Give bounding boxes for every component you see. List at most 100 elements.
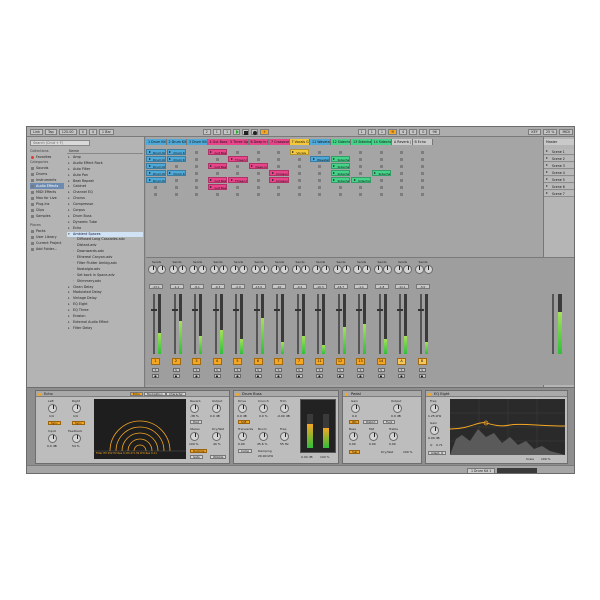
- fader-handle[interactable]: [315, 309, 321, 311]
- send-a-knob[interactable]: [353, 265, 362, 274]
- place-add-folder[interactable]: Add Folder...: [30, 246, 64, 252]
- drum-buss-trim-knob[interactable]: [280, 404, 289, 413]
- track-activator[interactable]: 7: [294, 358, 304, 365]
- loop-length-bar[interactable]: 4: [398, 128, 408, 135]
- clip-slot-stop-icon[interactable]: [215, 171, 219, 175]
- clip-slot-stop-icon[interactable]: [420, 192, 424, 196]
- arm-button[interactable]: ●: [295, 374, 303, 378]
- volume-readout[interactable]: -1.1: [169, 284, 184, 289]
- clip-slot-stop-icon[interactable]: [379, 150, 383, 154]
- track-header[interactable]: 14 Sidechain: [371, 139, 392, 145]
- clip-slot-stop-icon[interactable]: [277, 192, 280, 196]
- echo-output-knob[interactable]: [212, 404, 221, 413]
- echo-gate-button[interactable]: Gate: [190, 455, 203, 459]
- clip[interactable]: Crossover B: [269, 170, 289, 176]
- send-b-knob[interactable]: [177, 265, 187, 274]
- clip-slot-stop-icon[interactable]: [420, 171, 424, 175]
- track-header[interactable]: B Echo: [412, 139, 433, 145]
- send-a-knob[interactable]: [291, 265, 301, 274]
- clip-slot-stop-icon[interactable]: [154, 185, 157, 189]
- scene-launch[interactable]: Scene 5: [544, 177, 574, 183]
- send-a-knob[interactable]: [394, 265, 403, 274]
- send-b-knob[interactable]: [218, 265, 228, 274]
- send-a-knob[interactable]: [189, 265, 198, 274]
- clip-slot-stop-icon[interactable]: [174, 164, 178, 168]
- volume-readout[interactable]: -0.3: [210, 284, 225, 289]
- clip-slot-stop-icon[interactable]: [379, 164, 383, 168]
- pedal-treble-knob[interactable]: [389, 432, 398, 441]
- volume-fader[interactable]: [419, 294, 422, 354]
- clip-slot-stop-icon[interactable]: [256, 192, 260, 196]
- track-activator[interactable]: 6: [253, 358, 263, 365]
- clip-slot-stop-icon[interactable]: [359, 150, 362, 154]
- track-header[interactable]: 4 Gut Bass Rack: [207, 139, 228, 145]
- clip-slot-stop-icon[interactable]: [256, 178, 260, 182]
- fader-handle[interactable]: [253, 309, 260, 311]
- clip-slot-stop-icon[interactable]: [379, 192, 383, 196]
- volume-fader[interactable]: [378, 294, 381, 354]
- pedal-mid-knob[interactable]: [369, 432, 378, 441]
- clip-slot-stop-icon[interactable]: [318, 164, 321, 168]
- clip-slot-stop-icon[interactable]: [318, 171, 321, 175]
- send-b-knob[interactable]: [403, 265, 412, 274]
- track-header[interactable]: 11 Wavetable: [310, 139, 331, 145]
- clip-slot-stop-icon[interactable]: [297, 192, 301, 196]
- tap-button[interactable]: Tap: [44, 128, 57, 135]
- volume-fader[interactable]: [317, 294, 319, 354]
- echo-tab-modulation[interactable]: Modulation: [144, 392, 166, 396]
- fader-handle[interactable]: [212, 309, 219, 311]
- clip-slot-stop-icon[interactable]: [195, 157, 198, 161]
- volume-readout[interactable]: -10.3: [313, 284, 327, 289]
- solo-button[interactable]: S: [213, 368, 221, 372]
- volume-fader[interactable]: [255, 294, 258, 354]
- clip-slot-stop-icon[interactable]: [236, 185, 239, 189]
- fader-handle[interactable]: [294, 309, 301, 311]
- echo-stereo-knob[interactable]: [190, 432, 199, 441]
- category-samples[interactable]: Samples: [30, 213, 64, 219]
- clip[interactable]: Sidechain: [351, 177, 371, 183]
- track-activator[interactable]: 3: [192, 358, 201, 365]
- clip[interactable]: Sidechain Pad: [330, 177, 350, 183]
- clip[interactable]: Gut Bass Rack: [207, 184, 227, 190]
- clip-slot-stop-icon[interactable]: [400, 171, 403, 175]
- volume-fader[interactable]: [296, 294, 299, 354]
- drum-buss-title[interactable]: Drum Buss: [234, 391, 338, 397]
- drum-buss-boom-knob[interactable]: [259, 432, 268, 441]
- pedal-mode-od[interactable]: OD: [349, 420, 360, 424]
- zoom-field[interactable]: 96: [429, 128, 440, 135]
- send-a-knob[interactable]: [250, 265, 260, 274]
- clip-slot-stop-icon[interactable]: [359, 171, 362, 175]
- arm-button[interactable]: ●: [336, 374, 344, 378]
- clip-slot-stop-icon[interactable]: [174, 185, 178, 189]
- arm-button[interactable]: ●: [254, 374, 262, 378]
- scene-launch[interactable]: Scene 2: [544, 156, 574, 162]
- solo-button[interactable]: S: [152, 368, 159, 372]
- tempo-field[interactable]: 120.00: [58, 128, 77, 135]
- clip-slot-stop-icon[interactable]: [154, 192, 157, 196]
- volume-fader[interactable]: [276, 294, 278, 354]
- loop-length-beat[interactable]: 0: [409, 128, 418, 135]
- pedal-mode-fuzz[interactable]: Fuzz: [383, 420, 396, 424]
- send-b-knob[interactable]: [198, 265, 207, 274]
- clip-slot-stop-icon[interactable]: [277, 164, 280, 168]
- volume-fader[interactable]: [399, 294, 401, 354]
- status-track-name[interactable]: 1 Drum Kit 1: [467, 468, 496, 473]
- solo-button[interactable]: S: [377, 368, 385, 372]
- volume-fader[interactable]: [358, 294, 360, 354]
- pedal-output-knob[interactable]: [393, 404, 402, 413]
- send-b-knob[interactable]: [321, 265, 330, 274]
- send-b-knob[interactable]: [300, 265, 310, 274]
- clip-slot-stop-icon[interactable]: [318, 185, 321, 189]
- echo-drywet-knob[interactable]: [212, 432, 221, 441]
- send-a-knob[interactable]: [209, 265, 219, 274]
- arm-button[interactable]: ●: [418, 374, 426, 378]
- track-activator[interactable]: A: [397, 358, 406, 365]
- quantize-select[interactable]: 1 Bar: [98, 128, 114, 135]
- arm-button[interactable]: ●: [316, 374, 323, 378]
- clip-slot-stop-icon[interactable]: [277, 185, 280, 189]
- send-a-knob[interactable]: [271, 265, 280, 274]
- volume-readout[interactable]: -1.1: [354, 284, 368, 289]
- volume-readout[interactable]: -11.1: [395, 284, 409, 289]
- echo-input-knob[interactable]: [48, 434, 57, 443]
- fader-handle[interactable]: [233, 309, 239, 311]
